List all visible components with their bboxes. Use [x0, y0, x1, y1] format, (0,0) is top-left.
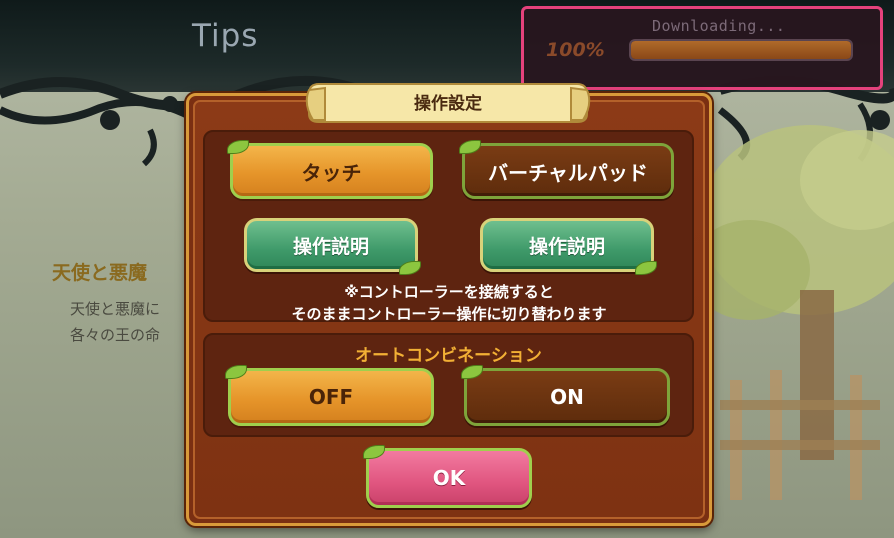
- tree-icon: [690, 125, 894, 500]
- leaf-icon: [459, 140, 481, 154]
- leaf-icon: [227, 140, 249, 154]
- tip-heading: 天使と悪魔: [52, 262, 148, 284]
- ok-label: OK: [432, 466, 466, 490]
- touch-help-button[interactable]: 操作説明: [244, 218, 421, 275]
- tip-line: 各々の王の命: [70, 326, 161, 344]
- virtual-pad-mode-label: バーチャルパッド: [488, 160, 648, 185]
- auto-combination-on-button[interactable]: ON: [461, 365, 670, 426]
- auto-combination-on-label: ON: [550, 385, 584, 409]
- tip-line: 天使と悪魔に: [70, 300, 161, 318]
- leaf-icon: [461, 365, 483, 379]
- auto-combination-title: オートコンビネーション: [355, 346, 542, 366]
- pad-help-label: 操作説明: [528, 235, 605, 258]
- touch-help-label: 操作説明: [292, 235, 369, 258]
- controller-note-line: ※コントローラーを接続すると: [344, 283, 554, 301]
- tip-text: 天使と悪魔に 各々の王の命: [70, 296, 192, 348]
- download-label: Downloading...: [652, 17, 786, 35]
- download-progress-bar: [629, 39, 853, 61]
- leaf-icon: [225, 365, 247, 379]
- touch-mode-label: タッチ: [301, 160, 362, 185]
- download-status: Downloading... 100%: [521, 6, 883, 90]
- pad-help-button[interactable]: 操作説明: [480, 218, 657, 275]
- auto-combination-off-button[interactable]: OFF: [225, 365, 434, 426]
- touch-mode-button[interactable]: タッチ: [227, 140, 433, 199]
- controller-note-line: そのままコントローラー操作に切り替わります: [291, 305, 607, 323]
- controller-note: ※コントローラーを接続すると そのままコントローラー操作に切り替わります: [210, 281, 688, 325]
- auto-combination-off-label: OFF: [308, 385, 354, 409]
- download-progress-fill: [631, 41, 851, 59]
- virtual-pad-mode-button[interactable]: バーチャルパッド: [459, 140, 674, 199]
- page-title: Tips: [192, 18, 259, 54]
- leaf-icon: [363, 445, 385, 459]
- dialog-title: 操作設定: [414, 94, 482, 114]
- ok-button[interactable]: OK: [363, 445, 532, 508]
- download-percent: 100%: [546, 39, 605, 61]
